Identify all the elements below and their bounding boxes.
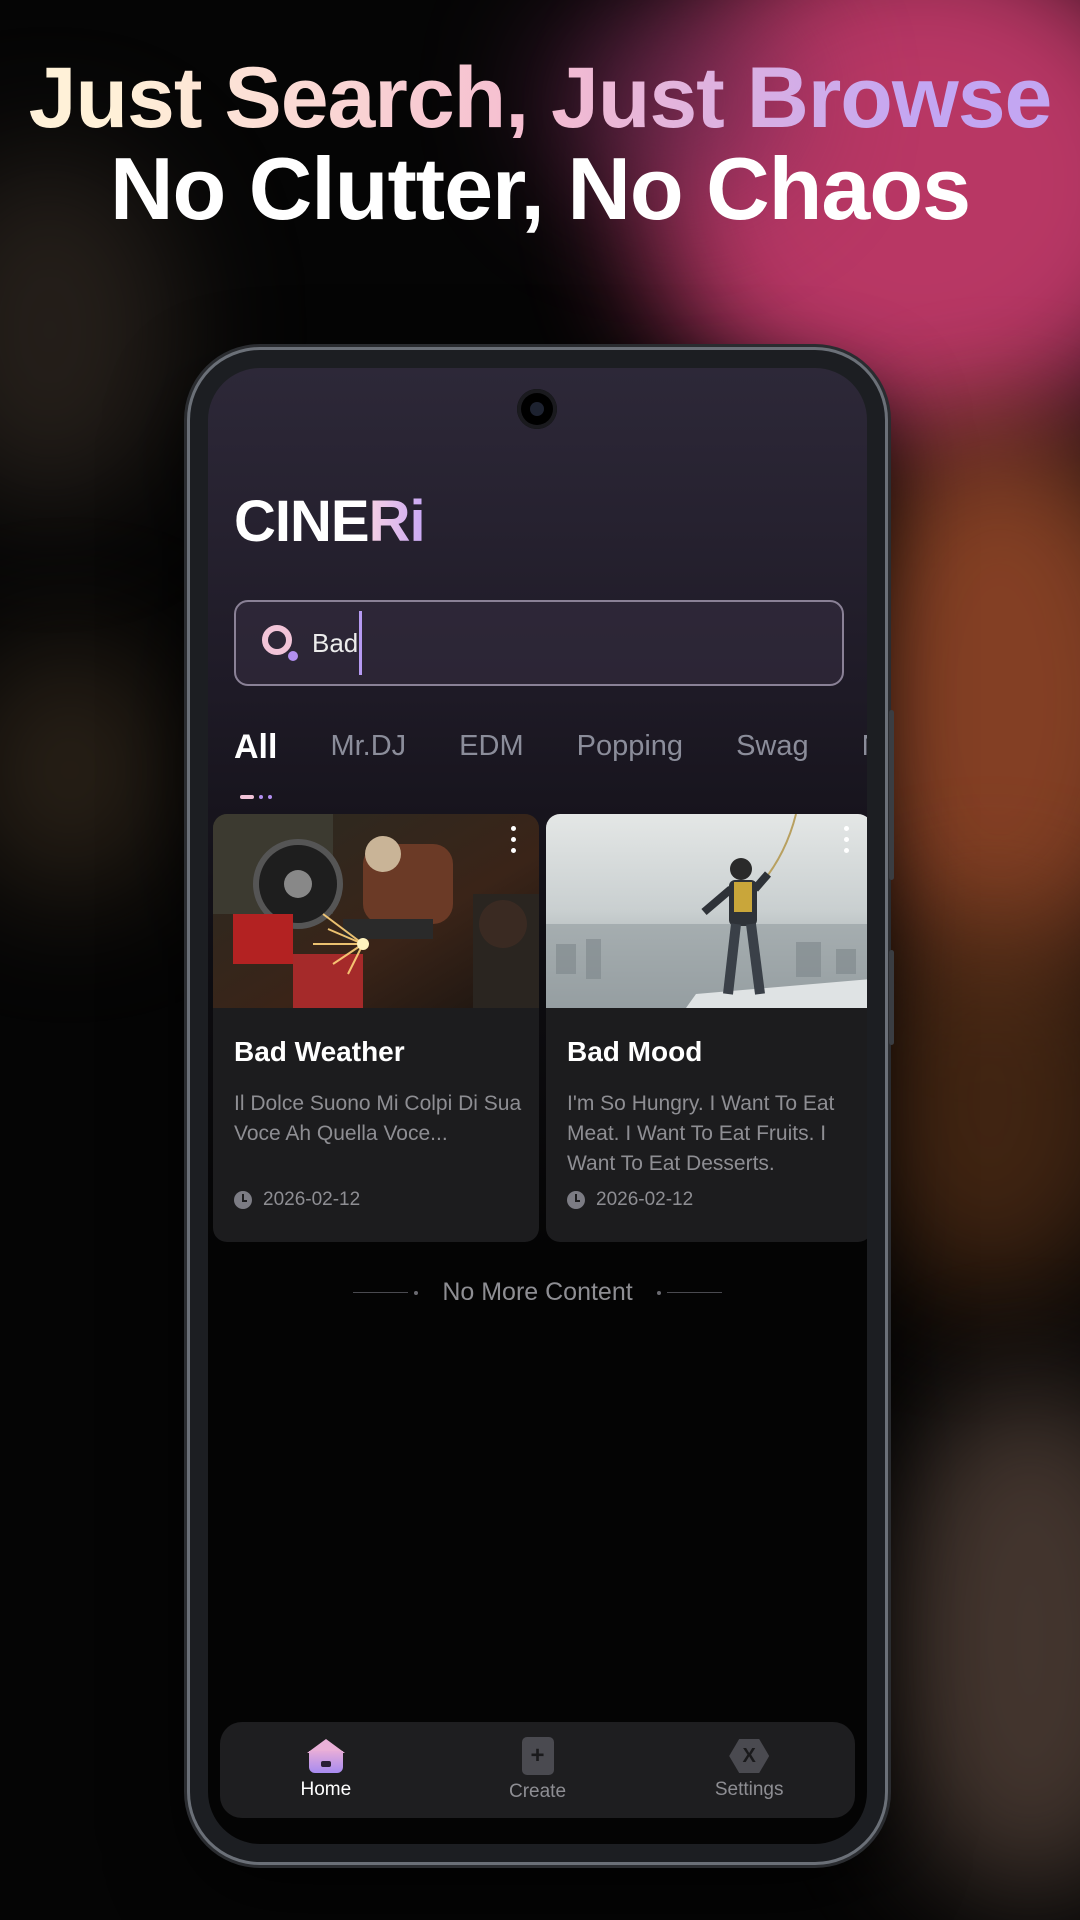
card-thumbnail bbox=[546, 814, 867, 1008]
headline-line-2: No Clutter, No Chaos bbox=[109, 139, 971, 238]
card-date: 2026-02-12 bbox=[234, 1189, 360, 1211]
card-description: Il Dolce Suono Mi Colpi Di Sua Voce Ah Q… bbox=[234, 1092, 522, 1145]
nav-home-label: Home bbox=[300, 1779, 352, 1800]
search-icon bbox=[260, 623, 300, 663]
end-of-list-text: No More Content bbox=[442, 1278, 633, 1306]
nav-create[interactable]: + Create bbox=[432, 1722, 644, 1818]
tab-swag[interactable]: Swag bbox=[736, 730, 809, 800]
result-card[interactable]: Bad Weather Il Dolce Suono Mi Colpi Di S… bbox=[213, 814, 539, 1242]
power-button bbox=[889, 950, 894, 1045]
create-icon: + bbox=[521, 1737, 554, 1775]
search-input[interactable]: Bad bbox=[312, 611, 363, 675]
logo-accent-text: Ri bbox=[368, 489, 426, 554]
front-camera bbox=[517, 389, 557, 429]
card-date-text: 2026-02-12 bbox=[263, 1189, 361, 1210]
card-thumbnail bbox=[213, 814, 539, 1008]
tab-edm[interactable]: EDM bbox=[459, 730, 523, 800]
result-cards: Bad Weather Il Dolce Suono Mi Colpi Di S… bbox=[208, 814, 867, 1242]
card-more-options-icon[interactable] bbox=[511, 826, 517, 853]
text-caret bbox=[359, 611, 363, 675]
nav-settings-label: Settings bbox=[714, 1779, 784, 1800]
search-input-value: Bad bbox=[312, 627, 359, 658]
phone-frame: CINERi Bad All Mr.DJ EDM Popping Swag N bbox=[190, 350, 894, 1862]
card-date: 2026-02-12 bbox=[567, 1189, 693, 1211]
tab-mr-dj[interactable]: Mr.DJ bbox=[330, 730, 406, 800]
active-tab-indicator bbox=[240, 795, 272, 799]
result-card[interactable]: Bad Mood I'm So Hungry. I Want To Eat Me… bbox=[546, 814, 867, 1242]
clock-icon bbox=[567, 1191, 585, 1209]
nav-settings[interactable]: X Settings bbox=[643, 1722, 855, 1818]
tab-partial[interactable]: N bbox=[862, 730, 867, 800]
end-of-list-indicator: No More Content bbox=[208, 1278, 867, 1307]
headline-line-1: Just Search, Just Browse bbox=[0, 55, 1080, 141]
volume-button bbox=[889, 710, 894, 880]
settings-icon: X bbox=[729, 1739, 770, 1773]
card-more-options-icon[interactable] bbox=[844, 826, 850, 853]
card-date-text: 2026-02-12 bbox=[596, 1189, 694, 1210]
search-bar[interactable]: Bad bbox=[234, 600, 844, 686]
bottom-navigation: Home + Create X Settings bbox=[220, 1722, 855, 1818]
phone-screen: CINERi Bad All Mr.DJ EDM Popping Swag N bbox=[208, 368, 867, 1844]
home-icon bbox=[306, 1739, 345, 1773]
promo-headline: Just Search, Just Browse No Clutter, No … bbox=[0, 55, 1080, 238]
app-logo: CINERi bbox=[234, 488, 426, 555]
card-title: Bad Weather bbox=[234, 1036, 405, 1067]
logo-main-text: CINE bbox=[234, 489, 370, 554]
card-description: I'm So Hungry. I Want To Eat Meat. I Wan… bbox=[567, 1092, 835, 1175]
nav-create-label: Create bbox=[508, 1781, 567, 1802]
tab-popping[interactable]: Popping bbox=[577, 730, 683, 800]
category-tabs: All Mr.DJ EDM Popping Swag N bbox=[234, 730, 867, 800]
tab-all[interactable]: All bbox=[234, 730, 277, 798]
card-title: Bad Mood bbox=[567, 1036, 703, 1067]
clock-icon bbox=[234, 1191, 252, 1209]
nav-home[interactable]: Home bbox=[220, 1722, 432, 1818]
